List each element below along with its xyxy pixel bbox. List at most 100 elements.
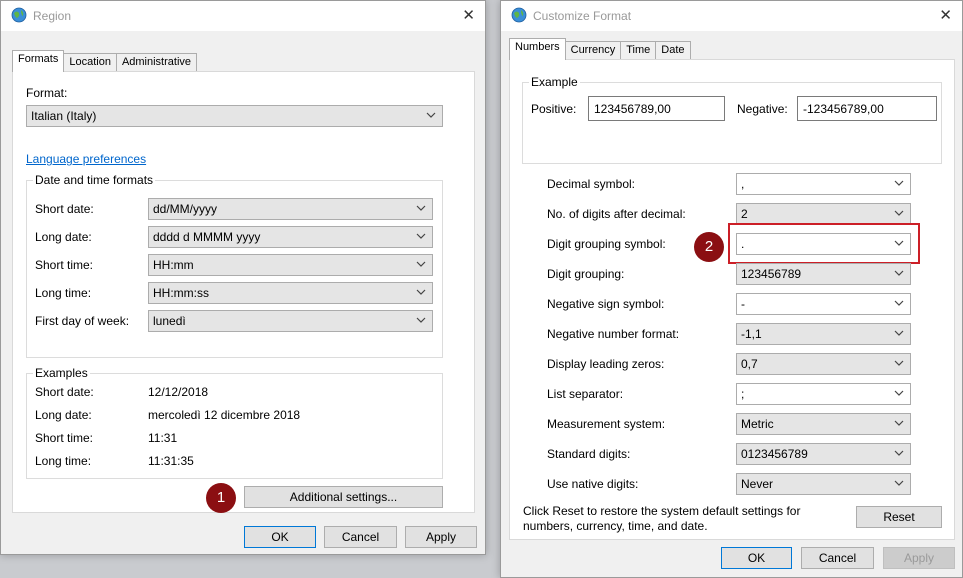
long-date-dropdown[interactable]: dddd d MMMM yyyy	[148, 226, 433, 248]
close-icon[interactable]: ✕	[939, 6, 952, 24]
customize-cancel-button[interactable]: Cancel	[801, 547, 874, 569]
region-window: Region ✕ Formats Location Administrative…	[0, 0, 486, 555]
format-dropdown[interactable]: Italian (Italy)	[26, 105, 443, 127]
customize-ok-button[interactable]: OK	[721, 547, 792, 569]
measurement-system-label: Measurement system:	[547, 417, 666, 431]
leading-zeros-value: 0,7	[741, 357, 758, 371]
negative-sign-label: Negative sign symbol:	[547, 297, 665, 311]
globe-icon	[11, 7, 27, 23]
long-time-dropdown[interactable]: HH:mm:ss	[148, 282, 433, 304]
leading-zeros-dropdown[interactable]: 0,7	[736, 353, 911, 375]
tab-administrative[interactable]: Administrative	[115, 53, 198, 72]
tab-numbers[interactable]: Numbers	[509, 38, 566, 60]
digit-grouping-symbol-combo[interactable]: .	[736, 233, 911, 255]
region-tabs: Formats Location Administrative	[12, 50, 198, 72]
long-time-value: HH:mm:ss	[153, 286, 209, 300]
short-time-dropdown[interactable]: HH:mm	[148, 254, 433, 276]
tab-location[interactable]: Location	[63, 53, 117, 72]
digits-after-decimal-label: No. of digits after decimal:	[547, 207, 686, 221]
first-day-label: First day of week:	[35, 314, 130, 328]
example-short-time-value: 11:31	[148, 431, 178, 445]
tab-time[interactable]: Time	[620, 41, 657, 60]
additional-settings-button[interactable]: Additional settings...	[244, 486, 443, 508]
customize-format-window: Customize Format ✕ Numbers Currency Time…	[500, 0, 963, 578]
chevron-down-icon	[894, 328, 904, 338]
datetime-group: Date and time formats Short date: dd/MM/…	[26, 173, 443, 358]
chevron-down-icon	[894, 448, 904, 458]
native-digits-label: Use native digits:	[547, 477, 639, 491]
example-short-date-label: Short date:	[35, 385, 94, 399]
native-digits-dropdown[interactable]: Never	[736, 473, 911, 495]
list-separator-combo[interactable]: ;	[736, 383, 911, 405]
example-short-date-value: 12/12/2018	[148, 385, 209, 399]
negative-number-format-dropdown[interactable]: -1,1	[736, 323, 911, 345]
chevron-down-icon	[894, 478, 904, 488]
reset-button[interactable]: Reset	[856, 506, 942, 528]
customize-tabs: Numbers Currency Time Date	[509, 38, 691, 60]
examples-group-title: Examples	[33, 366, 90, 380]
step-badge-1: 1	[206, 483, 236, 513]
numbers-panel: Example Positive: 123456789,00 Negative:…	[509, 59, 955, 540]
decimal-symbol-combo[interactable]: ,	[736, 173, 911, 195]
short-date-value: dd/MM/yyyy	[153, 202, 218, 216]
list-separator-value: ;	[741, 387, 745, 401]
first-day-dropdown[interactable]: lunedì	[148, 310, 433, 332]
negative-sign-value: -	[741, 297, 745, 311]
digit-grouping-dropdown[interactable]: 123456789	[736, 263, 911, 285]
short-date-dropdown[interactable]: dd/MM/yyyy	[148, 198, 433, 220]
negative-number-format-label: Negative number format:	[547, 327, 680, 341]
reset-note-line1: Click Reset to restore the system defaul…	[523, 504, 801, 518]
chevron-down-icon	[416, 231, 426, 241]
digits-after-decimal-value: 2	[741, 207, 748, 221]
long-date-label: Long date:	[35, 230, 92, 244]
chevron-down-icon	[894, 418, 904, 428]
short-time-value: HH:mm	[153, 258, 194, 272]
region-apply-button[interactable]: Apply	[405, 526, 477, 548]
digit-grouping-symbol-value: .	[741, 237, 745, 251]
negative-sign-combo[interactable]: -	[736, 293, 911, 315]
decimal-symbol-value: ,	[741, 177, 745, 191]
short-time-label: Short time:	[35, 258, 94, 272]
language-preferences-link[interactable]: Language preferences	[26, 152, 146, 166]
chevron-down-icon	[416, 315, 426, 325]
region-cancel-button[interactable]: Cancel	[324, 526, 397, 548]
chevron-down-icon	[894, 298, 904, 308]
reset-note: Click Reset to restore the system defaul…	[523, 504, 800, 534]
standard-digits-dropdown[interactable]: 0123456789	[736, 443, 911, 465]
digit-grouping-label: Digit grouping:	[547, 267, 625, 281]
negative-example-field: -123456789,00	[797, 96, 937, 121]
negative-number-format-value: -1,1	[741, 327, 762, 341]
decimal-symbol-label: Decimal symbol:	[547, 177, 636, 191]
region-ok-button[interactable]: OK	[244, 526, 316, 548]
example-short-time-label: Short time:	[35, 431, 94, 445]
negative-label: Negative:	[737, 102, 788, 116]
leading-zeros-label: Display leading zeros:	[547, 357, 665, 371]
tab-currency[interactable]: Currency	[564, 41, 622, 60]
tab-formats[interactable]: Formats	[12, 50, 65, 72]
measurement-system-dropdown[interactable]: Metric	[736, 413, 911, 435]
chevron-down-icon	[894, 268, 904, 278]
format-label: Format:	[26, 86, 68, 100]
digits-after-decimal-dropdown[interactable]: 2	[736, 203, 911, 225]
chevron-down-icon	[894, 388, 904, 398]
region-title: Region	[33, 9, 72, 23]
positive-example-field: 123456789,00	[588, 96, 725, 121]
close-icon[interactable]: ✕	[462, 6, 475, 24]
customize-apply-button: Apply	[883, 547, 955, 569]
chevron-down-icon	[416, 259, 426, 269]
format-value: Italian (Italy)	[31, 109, 97, 123]
chevron-down-icon	[426, 110, 436, 120]
measurement-system-value: Metric	[741, 417, 774, 431]
tab-date[interactable]: Date	[655, 41, 691, 60]
example-long-time-value: 11:31:35	[148, 454, 194, 468]
positive-label: Positive:	[531, 102, 577, 116]
chevron-down-icon	[416, 287, 426, 297]
native-digits-value: Never	[741, 477, 774, 491]
step-badge-2: 2	[694, 232, 724, 262]
standard-digits-value: 0123456789	[741, 447, 808, 461]
example-long-time-label: Long time:	[35, 454, 92, 468]
digit-grouping-value: 123456789	[741, 267, 802, 281]
chevron-down-icon	[416, 203, 426, 213]
chevron-down-icon	[894, 178, 904, 188]
examples-group: Examples Short date: 12/12/2018 Long dat…	[26, 366, 443, 479]
